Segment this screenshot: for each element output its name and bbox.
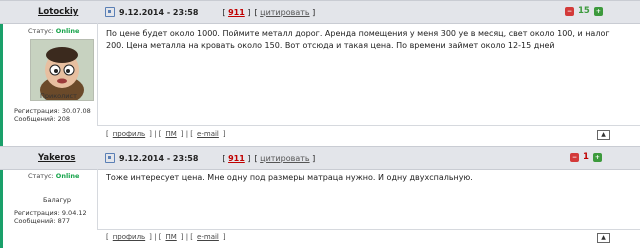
post-footer: [ профиль ] | [ ПМ ] | [ e-mail ] bbox=[106, 233, 226, 241]
email-link[interactable]: e-mail bbox=[197, 233, 219, 241]
email-link[interactable]: e-mail bbox=[197, 130, 219, 138]
plus-icon[interactable]: + bbox=[593, 6, 603, 16]
user-rank: Балагур bbox=[43, 196, 71, 204]
rating-value: 15 bbox=[578, 6, 590, 16]
status-online: Online bbox=[55, 27, 80, 35]
msgs-label: Сообщений: bbox=[14, 115, 56, 123]
arrow-up-icon[interactable]: ▲ bbox=[597, 130, 610, 140]
user-stats: Регистрация: 9.04.12 Сообщений: 877 bbox=[14, 209, 87, 225]
post-rating: − 1 + bbox=[570, 152, 602, 162]
rating-value: 1 bbox=[583, 152, 589, 162]
post-number-wrap: [ 911 ] bbox=[222, 153, 251, 163]
footer-divider bbox=[97, 125, 640, 126]
minus-icon[interactable]: − bbox=[570, 152, 579, 162]
quote-wrap: [ цитировать ] bbox=[254, 7, 316, 17]
post-text: Тоже интересует цена. Мне одну под разме… bbox=[106, 173, 473, 182]
document-icon[interactable] bbox=[105, 153, 115, 163]
arrow-up-icon[interactable]: ▲ bbox=[597, 233, 610, 243]
post-header-bar bbox=[0, 146, 640, 170]
status-online: Online bbox=[55, 172, 80, 180]
column-divider bbox=[97, 23, 98, 125]
msgs-count: 877 bbox=[57, 217, 71, 225]
post-footer: [ профиль ] | [ ПМ ] | [ e-mail ] bbox=[106, 130, 226, 138]
post-header-bar bbox=[0, 0, 640, 24]
quote-link[interactable]: цитировать bbox=[260, 8, 309, 17]
column-divider bbox=[97, 169, 98, 229]
post-number-link[interactable]: 911 bbox=[228, 154, 245, 163]
user-status: Статус: Online bbox=[28, 172, 79, 180]
document-icon[interactable] bbox=[105, 7, 115, 17]
msgs-label: Сообщений: bbox=[14, 217, 56, 225]
pm-link[interactable]: ПМ bbox=[165, 233, 176, 241]
reg-date: 30.07.08 bbox=[61, 107, 91, 115]
post-date: 9.12.2014 - 23:58 bbox=[119, 153, 199, 163]
pm-link[interactable]: ПМ bbox=[165, 130, 176, 138]
profile-link[interactable]: профиль bbox=[113, 130, 145, 138]
status-label: Статус: bbox=[28, 27, 54, 35]
user-stats: Регистрация: 30.07.08 Сообщений: 208 bbox=[14, 107, 91, 123]
status-label: Статус: bbox=[28, 172, 54, 180]
reg-label: Регистрация: bbox=[14, 107, 60, 115]
post-author-name[interactable]: Yakeros bbox=[38, 153, 75, 163]
footer-divider bbox=[97, 229, 640, 230]
left-accent-bar bbox=[0, 0, 3, 248]
post-text: По цене будет около 1000. Поймите металл… bbox=[106, 29, 610, 50]
quote-wrap: [ цитировать ] bbox=[254, 153, 316, 163]
quote-link[interactable]: цитировать bbox=[260, 154, 309, 163]
msgs-count: 208 bbox=[57, 115, 71, 123]
post-number-wrap: [ 911 ] bbox=[222, 7, 251, 17]
user-status: Статус: Online bbox=[28, 27, 79, 35]
post-rating: − 15 + bbox=[565, 6, 603, 16]
minus-icon[interactable]: − bbox=[565, 6, 574, 16]
post-meta: 9.12.2014 - 23:58 [ 911 ] [ цитировать ] bbox=[105, 153, 315, 163]
plus-icon[interactable]: + bbox=[592, 152, 602, 162]
post-date: 9.12.2014 - 23:58 bbox=[119, 7, 199, 17]
profile-link[interactable]: профиль bbox=[113, 233, 145, 241]
user-rank: Приколист bbox=[40, 92, 77, 100]
reg-date: 9.04.12 bbox=[61, 209, 87, 217]
post-number-link[interactable]: 911 bbox=[228, 8, 245, 17]
reg-label: Регистрация: bbox=[14, 209, 60, 217]
post-author-name[interactable]: Lotockiy bbox=[38, 7, 78, 17]
post-meta: 9.12.2014 - 23:58 [ 911 ] [ цитировать ] bbox=[105, 7, 315, 17]
